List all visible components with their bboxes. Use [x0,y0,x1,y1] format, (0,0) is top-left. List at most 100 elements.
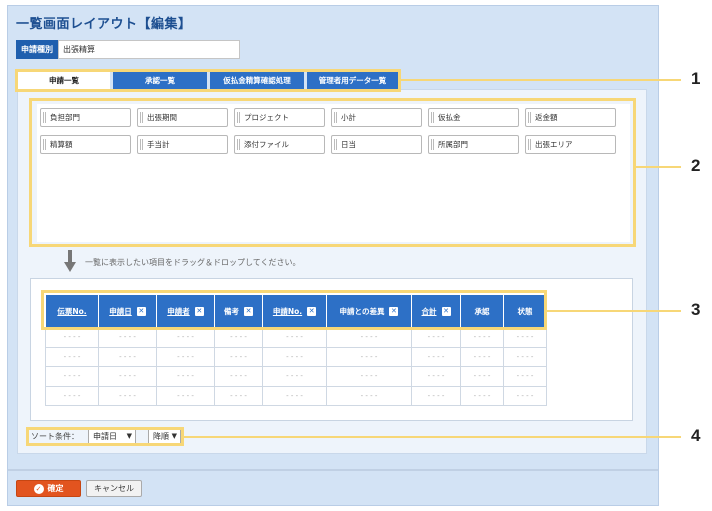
palette-item[interactable]: 負担部門 [40,108,131,127]
palette-item[interactable]: 小計 [331,108,422,127]
palette-item-label: 添付ファイル [244,140,289,149]
table-cell: - - - - [503,366,547,387]
table-row: - - - -- - - -- - - -- - - -- - - -- - -… [45,346,547,367]
remove-column-icon[interactable]: ✕ [194,307,204,316]
table-cell: - - - - [326,385,412,406]
table-cell: - - - - [45,385,99,406]
column-header[interactable]: 状態 [503,294,547,328]
footer-divider [8,469,658,471]
table-cell: - - - - [214,346,263,367]
callout-leader [184,436,681,438]
palette-item-label: 出張エリア [535,140,573,149]
palette-item[interactable]: 精算額 [40,135,131,154]
callout-number: 1 [691,69,701,88]
column-header-label: 承認 [474,306,490,316]
callout-leader [547,310,681,312]
palette-item[interactable]: 出張エリア [525,135,616,154]
palette-item-label: 所属部門 [438,140,468,149]
drag-handle-icon [334,112,337,123]
table-cell: - - - - [98,385,157,406]
table-cell: - - - - [214,385,263,406]
tab-admin-data-list[interactable]: 管理者用データ一覧 [307,72,398,89]
table-cell: - - - - [326,346,412,367]
remove-column-icon[interactable]: ✕ [389,307,399,316]
table-cell: - - - - [98,327,157,348]
remove-column-icon[interactable]: ✕ [244,307,253,316]
arrow-down-icon [64,250,76,272]
palette-item[interactable]: 添付ファイル [234,135,325,154]
drag-handle-icon [334,139,337,150]
palette-item-label: 小計 [341,113,356,122]
palette-item[interactable]: 所属部門 [428,135,519,154]
table-cell: - - - - [411,327,461,348]
drag-handle-icon [237,112,240,123]
table-cell: - - - - [411,385,461,406]
column-header[interactable]: 合計 ✕ [411,294,461,328]
palette-item[interactable]: 仮払金 [428,108,519,127]
application-type-label: 申請種別 [16,40,58,59]
table-row: - - - -- - - -- - - -- - - -- - - -- - -… [45,327,547,348]
column-header-label: 合計 [421,306,437,316]
column-header[interactable]: 伝票No. [45,294,99,328]
callout-leader [636,166,681,168]
table-cell: - - - - [262,366,327,387]
confirm-button[interactable]: ✓ 確定 [16,480,81,497]
sort-order-select[interactable]: 降順 ▼ [148,429,181,444]
drag-handle-icon [43,139,46,150]
callout-number: 4 [691,426,701,445]
table-cell: - - - - [411,366,461,387]
drag-handle-icon [140,112,143,123]
palette-item-label: 返金額 [535,113,558,122]
drag-handle-icon [431,112,434,123]
chevron-down-icon: ▼ [171,432,177,440]
application-type-value: 出張精算 [58,40,240,59]
table-cell: - - - - [98,366,157,387]
palette-item-label: 負担部門 [50,113,80,122]
tab-approval-list[interactable]: 承認一覧 [113,72,207,89]
column-header-label: 状態 [517,306,533,316]
palette-item-label: プロジェクト [244,113,289,122]
column-header-label: 申請との差異 [339,306,385,316]
table-cell: - - - - [214,366,263,387]
palette-item[interactable]: 返金額 [525,108,616,127]
table-cell: - - - - [156,385,215,406]
table-row: - - - -- - - -- - - -- - - -- - - -- - -… [45,385,547,406]
callout-leader [401,79,681,81]
confirm-button-label: 確定 [47,484,64,493]
column-header[interactable]: 申請日 ✕ [98,294,157,328]
table-cell: - - - - [214,327,263,348]
chevron-down-icon: ▼ [126,432,132,440]
drag-handle-icon [528,112,531,123]
remove-column-icon[interactable]: ✕ [307,307,317,316]
table-cell: - - - - [503,385,547,406]
table-cell: - - - - [460,366,504,387]
palette-item[interactable]: 手当計 [137,135,228,154]
remove-column-icon[interactable]: ✕ [136,307,146,316]
sort-condition-label: ソート条件： [31,432,79,441]
column-header[interactable]: 申請者 ✕ [156,294,215,328]
table-cell: - - - - [326,327,412,348]
table-cell: - - - - [460,346,504,367]
column-header-label: 申請者 [167,306,190,316]
tab-application-list[interactable]: 申請一覧 [18,72,110,89]
sort-field-value: 申請日 [93,432,117,441]
tab-advance-settlement[interactable]: 仮払金精算確認処理 [210,72,304,89]
cancel-button[interactable]: キャンセル [86,480,142,497]
drag-handle-icon [43,112,46,123]
sort-field-select[interactable]: 申請日 ▼ [88,429,136,444]
column-header[interactable]: 承認 [460,294,504,328]
field-palette: 負担部門 出張期間 プロジェクト 小計 仮払金 返金額 精算額 手当計 添付ファ… [37,104,630,242]
table-cell: - - - - [45,366,99,387]
column-header[interactable]: 申請No. ✕ [262,294,327,328]
table-cell: - - - - [45,327,99,348]
column-header[interactable]: 備考 ✕ [214,294,263,328]
remove-column-icon[interactable]: ✕ [441,307,451,316]
palette-item[interactable]: 日当 [331,135,422,154]
palette-item[interactable]: 出張期間 [137,108,228,127]
column-header-label: 申請No. [272,306,303,316]
drag-handle-icon [237,139,240,150]
column-header[interactable]: 申請との差異 ✕ [326,294,412,328]
table-cell: - - - - [45,346,99,367]
palette-item[interactable]: プロジェクト [234,108,325,127]
drag-handle-icon [431,139,434,150]
